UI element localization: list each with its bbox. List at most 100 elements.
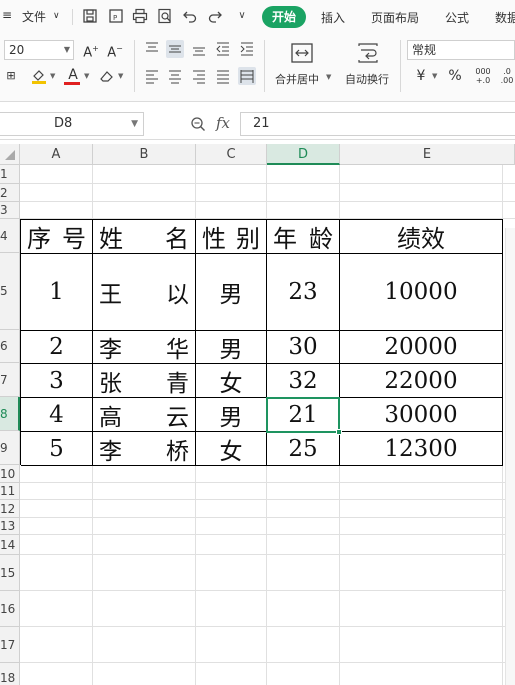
cell-b6[interactable]: 李华 xyxy=(93,331,196,364)
column-header-c[interactable]: C xyxy=(196,144,267,165)
save-icon[interactable] xyxy=(82,8,98,24)
tab-data[interactable]: 数据 xyxy=(495,9,515,26)
align-left-icon[interactable] xyxy=(143,67,161,85)
font-color-chevron-icon[interactable]: ▼ xyxy=(84,72,89,80)
name-box-chevron-icon[interactable]: ▼ xyxy=(131,113,138,135)
increase-indent-icon[interactable] xyxy=(238,40,256,58)
cell-c6[interactable]: 男 xyxy=(196,331,267,364)
row-header-8[interactable]: 8 xyxy=(0,397,20,431)
merge-chevron-icon[interactable]: ▼ xyxy=(326,73,331,81)
header-cell-age[interactable]: 年龄 xyxy=(267,220,340,254)
fill-color-chevron-icon[interactable]: ▼ xyxy=(50,72,55,80)
export-pdf-icon[interactable]: P xyxy=(108,8,124,24)
font-size-select[interactable]: 20 ▼ xyxy=(4,40,74,60)
customize-chevron-icon[interactable]: ∨ xyxy=(234,8,250,24)
row-header-14[interactable]: 14 xyxy=(0,535,20,555)
column-header-a[interactable]: A xyxy=(20,144,93,165)
row-header-15[interactable]: 15 xyxy=(0,555,20,591)
menu-icon[interactable]: ≡ xyxy=(2,8,12,22)
wrap-text-button[interactable]: 自动换行 xyxy=(345,71,389,87)
row-header-2[interactable]: 2 xyxy=(0,184,20,202)
cell-c5[interactable]: 男 xyxy=(196,254,267,331)
fill-color-icon[interactable] xyxy=(30,67,48,85)
column-header-b[interactable]: B xyxy=(93,144,196,165)
name-box[interactable]: D8 ▼ xyxy=(0,112,144,136)
tab-page-layout[interactable]: 页面布局 xyxy=(371,9,419,26)
format-painter-icon[interactable]: ⊞ xyxy=(2,67,20,85)
justify-icon[interactable] xyxy=(214,67,232,85)
row-header-11[interactable]: 11 xyxy=(0,483,20,500)
formula-input[interactable]: 21 xyxy=(240,112,515,136)
merge-center-button[interactable]: 合并居中 xyxy=(275,71,319,87)
cell-e7[interactable]: 22000 xyxy=(340,364,503,398)
file-menu[interactable]: 文件 xyxy=(22,8,46,25)
clear-chevron-icon[interactable]: ▼ xyxy=(118,72,123,80)
cell-d6[interactable]: 30 xyxy=(267,331,340,364)
insert-function-icon[interactable]: fx xyxy=(216,114,230,132)
cell-a6[interactable]: 2 xyxy=(21,331,93,364)
tab-insert[interactable]: 插入 xyxy=(321,9,345,26)
row-header-1[interactable]: 1 xyxy=(0,165,20,184)
cell-a8[interactable]: 4 xyxy=(21,398,93,432)
clear-format-icon[interactable] xyxy=(98,67,116,85)
cell-c8[interactable]: 男 xyxy=(196,398,267,432)
cell-b9[interactable]: 李桥 xyxy=(93,432,196,466)
increase-decimal-icon[interactable]: .0.00 xyxy=(498,67,515,85)
fill-handle[interactable] xyxy=(336,429,342,435)
align-bottom-icon[interactable] xyxy=(190,40,208,58)
cell-d5[interactable]: 23 xyxy=(267,254,340,331)
currency-format-button[interactable]: ¥ xyxy=(412,67,430,85)
row-header-16[interactable]: 16 xyxy=(0,591,20,627)
decrease-font-size-icon[interactable]: A− xyxy=(106,40,124,60)
merge-center-icon[interactable] xyxy=(290,42,314,64)
row-header-4[interactable]: 4 xyxy=(0,219,20,253)
increase-font-size-icon[interactable]: A+ xyxy=(82,40,100,60)
cell-a5[interactable]: 1 xyxy=(21,254,93,331)
file-menu-chevron-icon[interactable]: ∨ xyxy=(53,11,60,21)
row-header-5[interactable]: 5 xyxy=(0,253,20,330)
decrease-indent-icon[interactable] xyxy=(214,40,232,58)
row-header-17[interactable]: 17 xyxy=(0,627,20,663)
header-cell-name[interactable]: 姓名 xyxy=(93,220,196,254)
header-cell-gender[interactable]: 性别 xyxy=(196,220,267,254)
currency-chevron-icon[interactable]: ▼ xyxy=(432,72,437,80)
search-function-icon[interactable] xyxy=(190,116,206,132)
row-header-12[interactable]: 12 xyxy=(0,500,20,518)
redo-icon[interactable] xyxy=(207,8,223,24)
distributed-align-icon[interactable] xyxy=(238,67,256,85)
select-all-corner[interactable] xyxy=(0,144,20,165)
align-top-icon[interactable] xyxy=(143,40,161,58)
row-header-7[interactable]: 7 xyxy=(0,363,20,397)
align-center-icon[interactable] xyxy=(166,67,184,85)
row-header-9[interactable]: 9 xyxy=(0,431,20,465)
cell-e9[interactable]: 12300 xyxy=(340,432,503,466)
cell-b8[interactable]: 高云 xyxy=(93,398,196,432)
row-header-10[interactable]: 10 xyxy=(0,465,20,483)
align-right-icon[interactable] xyxy=(190,67,208,85)
cell-b5[interactable]: 王以 xyxy=(93,254,196,331)
cell-c9[interactable]: 女 xyxy=(196,432,267,466)
column-header-e[interactable]: E xyxy=(340,144,515,165)
row-header-13[interactable]: 13 xyxy=(0,518,20,535)
cell-e8[interactable]: 30000 xyxy=(340,398,503,432)
cell-b7[interactable]: 张青 xyxy=(93,364,196,398)
cell-e5[interactable]: 10000 xyxy=(340,254,503,331)
column-header-d[interactable]: D xyxy=(267,144,340,165)
row-header-3[interactable]: 3 xyxy=(0,202,20,219)
print-preview-icon[interactable] xyxy=(157,8,173,24)
row-header-18[interactable]: 18 xyxy=(0,663,20,685)
cell-a9[interactable]: 5 xyxy=(21,432,93,466)
cell-d7[interactable]: 32 xyxy=(267,364,340,398)
wrap-text-icon[interactable] xyxy=(356,42,380,64)
header-cell-seq[interactable]: 序号 xyxy=(21,220,93,254)
align-middle-icon[interactable] xyxy=(166,40,184,58)
row-header-6[interactable]: 6 xyxy=(0,330,20,363)
number-format-select[interactable]: 常规 xyxy=(407,40,515,60)
undo-icon[interactable] xyxy=(182,8,198,24)
tab-formulas[interactable]: 公式 xyxy=(445,9,469,26)
cell-d9[interactable]: 25 xyxy=(267,432,340,466)
cell-c7[interactable]: 女 xyxy=(196,364,267,398)
thousands-separator-icon[interactable]: 000 +.0 xyxy=(472,67,494,85)
tab-home[interactable]: 开始 xyxy=(262,6,306,28)
header-cell-performance[interactable]: 绩效 xyxy=(340,220,503,254)
